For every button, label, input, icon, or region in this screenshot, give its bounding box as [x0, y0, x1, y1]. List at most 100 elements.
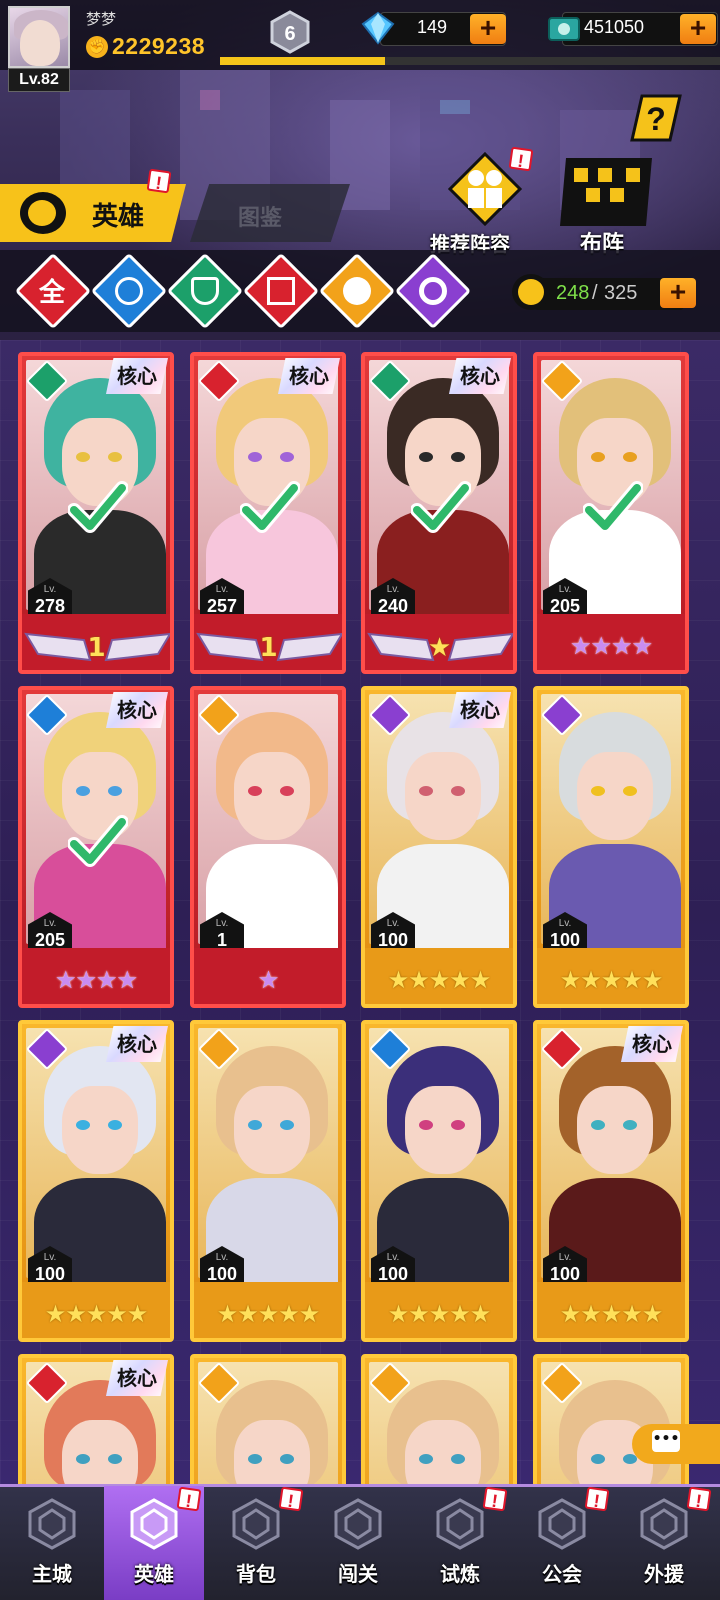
hero-level: 1	[216, 930, 227, 950]
hero-icon	[130, 1498, 178, 1550]
hero-eye	[248, 1454, 262, 1464]
hero-eye	[76, 1454, 90, 1464]
vip-badge[interactable]: 6	[268, 10, 312, 54]
hero-card[interactable]: Lv. 205 ★★★★	[533, 352, 689, 674]
hero-count-current: 248	[556, 282, 590, 304]
hero-eye	[451, 1120, 465, 1130]
hero-eye	[76, 1120, 90, 1130]
hero-face	[405, 752, 481, 840]
nav-castle[interactable]: 主城	[2, 1486, 102, 1600]
nav-alert: !	[584, 1486, 610, 1512]
nav-label: 外援	[644, 1562, 684, 1586]
hero-eye	[623, 1120, 637, 1130]
hero-eye	[108, 452, 122, 462]
core-badge: 核心	[106, 692, 168, 728]
hero-level: 205	[549, 596, 581, 616]
hero-eye	[419, 452, 433, 462]
hero-stars: ★★★★	[569, 632, 653, 660]
nav-label: 试炼	[440, 1562, 480, 1586]
hero-card[interactable]: Lv. 100 ★★★★★	[361, 1020, 517, 1342]
exp-bar-fill	[220, 57, 385, 65]
hero-eye	[419, 786, 433, 796]
add-gems-button[interactable]: +	[470, 14, 506, 44]
tab-hero-label: 英雄	[92, 202, 145, 232]
player-avatar[interactable]	[8, 6, 70, 68]
wind-element-icon	[191, 277, 219, 305]
hero-eye	[76, 786, 90, 796]
svg-text:6: 6	[284, 23, 295, 45]
hero-card[interactable]: 核心 Lv. 257 1	[190, 352, 346, 674]
hero-card[interactable]: 核心 Lv. 240 ★	[361, 352, 517, 674]
hero-eye	[76, 452, 90, 462]
add-coins-button[interactable]: +	[680, 14, 716, 44]
hero-stars: ★★★★★	[559, 966, 664, 994]
hero-eye	[248, 1120, 262, 1130]
core-badge: 核心	[621, 1026, 683, 1062]
hero-face	[577, 1086, 653, 1174]
hero-eye	[280, 786, 294, 796]
hero-eye	[108, 1454, 122, 1464]
tab-codex-label: 图鉴	[238, 206, 283, 231]
hero-eye	[280, 452, 294, 462]
hero-eye	[451, 1454, 465, 1464]
hero-eye	[591, 1120, 605, 1130]
hero-level: 100	[206, 1264, 238, 1284]
hero-eye	[419, 1120, 433, 1130]
hero-eye	[280, 1120, 294, 1130]
checkmark-icon	[68, 815, 128, 867]
castle-icon	[28, 1498, 76, 1550]
hero-card[interactable]: Lv. 100 ★★★★★	[190, 1020, 346, 1342]
hero-eye	[591, 1454, 605, 1464]
dark-element-icon	[419, 277, 447, 305]
core-badge: 核心	[449, 692, 511, 728]
hero-eye	[623, 786, 637, 796]
hero-card[interactable]: 核心 Lv. 100 ★★★★★	[18, 1020, 174, 1342]
hero-face	[234, 752, 310, 840]
hero-face	[234, 1086, 310, 1174]
hero-card[interactable]: Lv. 1 ★	[190, 686, 346, 1008]
nav-label: 公会	[542, 1562, 582, 1586]
hero-eye	[623, 452, 637, 462]
hero-level: 100	[549, 930, 581, 950]
hero-card[interactable]: 核心 Lv. 100 ★★★★★	[361, 686, 517, 1008]
hero-card[interactable]: 核心 Lv. 278 1	[18, 352, 174, 674]
player-level: Lv.82	[8, 68, 70, 92]
hero-card[interactable]: Lv. 100 ★★★★★	[533, 686, 689, 1008]
hero-card[interactable]: 核心 Lv. 100 ★★★★★	[533, 1020, 689, 1342]
nav-alert: !	[176, 1486, 202, 1512]
coin-value: 451050	[584, 17, 645, 37]
support-icon	[640, 1498, 688, 1550]
nav-alert: !	[686, 1486, 712, 1512]
chat-icon: •••	[652, 1430, 680, 1452]
fire-element-icon	[267, 277, 295, 305]
hero-eye	[591, 786, 605, 796]
nav-alert: !	[482, 1486, 508, 1512]
hero-face	[62, 1086, 138, 1174]
hero-level: 278	[34, 596, 66, 616]
core-badge: 核心	[278, 358, 340, 394]
svg-text:?: ?	[646, 101, 666, 137]
hero-rank: 1	[259, 633, 277, 663]
gem-value: 149	[417, 17, 448, 37]
hero-head-icon	[512, 274, 550, 310]
nav-stage[interactable]: 闯关	[308, 1486, 408, 1600]
help-button[interactable]: ?	[630, 94, 682, 142]
checkmark-icon	[240, 481, 300, 533]
diamond-icon	[361, 11, 395, 45]
nav-label: 主城	[32, 1562, 72, 1586]
tab-hero-alert: !	[146, 168, 172, 194]
hero-stars: ★	[257, 966, 280, 994]
hero-card[interactable]: 核心 Lv. 205 ★★★★	[18, 686, 174, 1008]
avatar-face	[20, 20, 60, 66]
hero-stars: ★★★★★	[559, 1300, 664, 1328]
formation-button[interactable]	[558, 156, 654, 228]
combat-power: 2229238	[112, 33, 206, 59]
hero-eye	[591, 452, 605, 462]
hero-rank: ★	[427, 633, 451, 663]
hero-eye	[108, 786, 122, 796]
nav-alert: !	[278, 1486, 304, 1512]
expand-hero-slots-button[interactable]: +	[660, 278, 696, 308]
hero-count-max: 325	[604, 282, 638, 304]
hero-level: 100	[377, 930, 409, 950]
guild-icon	[538, 1498, 586, 1550]
